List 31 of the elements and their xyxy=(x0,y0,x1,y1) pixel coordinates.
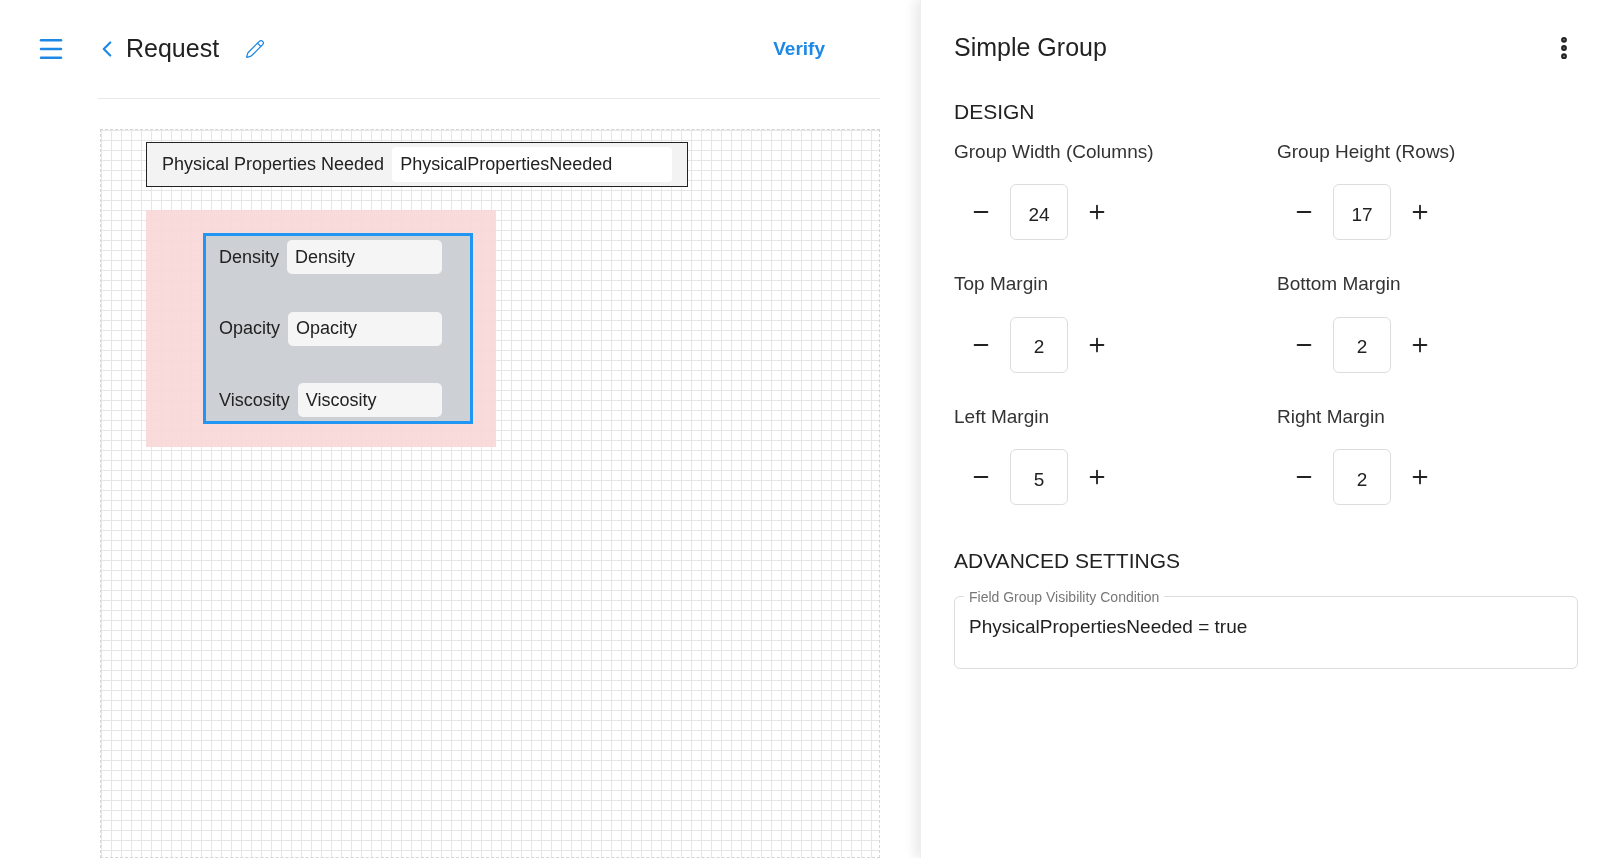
stepper-label: Bottom Margin xyxy=(1277,272,1402,296)
form-field[interactable]: Physical Properties Needed PhysicalPropertiesNeeded xyxy=(146,142,688,187)
stepper-label: Group Height (Rows) xyxy=(1277,139,1457,164)
field-input: Density xyxy=(287,240,442,274)
field-group[interactable]: Density Density Opacity Opacity Viscosity Viscosity xyxy=(203,233,473,424)
field-label: Viscosity xyxy=(219,388,290,412)
pencil-icon[interactable] xyxy=(245,39,266,59)
field-input: PhysicalPropertiesNeeded xyxy=(392,147,672,182)
stepper-label: Top Margin xyxy=(954,272,1049,296)
field-label: Physical Properties Needed xyxy=(162,153,385,176)
floating-label: Field Group Visibility Condition xyxy=(968,588,1161,605)
stepper-value[interactable]: 17 xyxy=(1333,184,1391,240)
field-label: Density xyxy=(219,245,280,269)
stepper-value[interactable]: 2 xyxy=(1010,316,1068,373)
stepper-value[interactable]: 2 xyxy=(1333,316,1391,373)
condition-field[interactable]: Field Group Visibility Condition PhysicalPropertiesNeeded = true xyxy=(954,588,1578,669)
field-input: Viscosity xyxy=(297,383,442,417)
stepper-value[interactable]: 24 xyxy=(1010,184,1068,240)
page-title: Request xyxy=(126,33,220,65)
field-value: PhysicalPropertiesNeeded = true xyxy=(969,614,1249,639)
stepper-value[interactable]: 5 xyxy=(1010,449,1068,505)
stepper-label: Left Margin xyxy=(954,404,1051,429)
panel-title: Simple Group xyxy=(954,32,1107,64)
field-label: Opacity xyxy=(219,317,281,340)
stepper-label: Group Width (Columns) xyxy=(954,139,1155,164)
field-input: Opacity xyxy=(288,311,442,346)
verify-button[interactable]: Verify xyxy=(773,34,825,64)
stepper-value[interactable]: 2 xyxy=(1333,449,1391,505)
section-heading: DESIGN xyxy=(954,99,1036,125)
stepper-label: Right Margin xyxy=(1277,404,1386,429)
section-heading: ADVANCED SETTINGS xyxy=(954,548,1181,574)
